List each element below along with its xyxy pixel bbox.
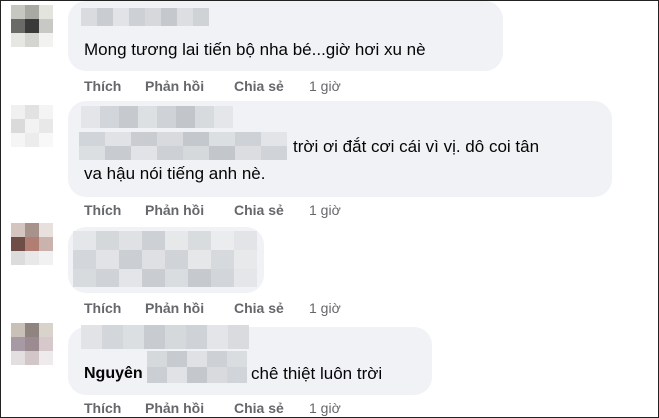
blurred-text — [79, 132, 287, 160]
timestamp[interactable]: 1 giờ — [309, 398, 341, 417]
reply-button[interactable]: Phản hồi — [145, 298, 204, 318]
comment-text: va hậu nói tiếng anh nè. — [84, 164, 266, 183]
reply-button[interactable]: Phản hồi — [145, 200, 204, 220]
timestamp[interactable]: 1 giờ — [309, 76, 341, 96]
like-button[interactable]: Thích — [84, 398, 121, 417]
avatar[interactable] — [11, 105, 53, 147]
blurred-username — [81, 106, 233, 128]
blurred-text — [73, 231, 257, 287]
comment-text: chê thiệt luôn trời — [251, 364, 383, 383]
share-button[interactable]: Chia sẻ — [234, 398, 284, 417]
timestamp[interactable]: 1 giờ — [309, 200, 341, 220]
avatar[interactable] — [11, 5, 53, 47]
blurred-username — [81, 325, 249, 349]
blurred-username — [81, 8, 209, 26]
avatar[interactable] — [11, 323, 53, 365]
share-button[interactable]: Chia sẻ — [234, 76, 284, 96]
timestamp[interactable]: 1 giờ — [309, 298, 341, 318]
comment-text: Mong tương lai tiến bộ nha bé...giờ hơi … — [84, 40, 426, 59]
avatar[interactable] — [11, 223, 53, 265]
comments-section: Mong tương lai tiến bộ nha bé...giờ hơi … — [0, 0, 659, 418]
like-button[interactable]: Thích — [84, 200, 121, 220]
like-button[interactable]: Thích — [84, 298, 121, 318]
reply-button[interactable]: Phản hồi — [145, 76, 204, 96]
commenter-name[interactable]: Nguyên — [84, 365, 143, 383]
reply-button[interactable]: Phản hồi — [145, 398, 204, 417]
share-button[interactable]: Chia sẻ — [234, 298, 284, 318]
like-button[interactable]: Thích — [84, 76, 121, 96]
share-button[interactable]: Chia sẻ — [234, 200, 284, 220]
comment-text: trời ơi đắt cơi cái vì vị. dô coi tân — [293, 137, 540, 156]
blurred-text — [147, 351, 247, 383]
